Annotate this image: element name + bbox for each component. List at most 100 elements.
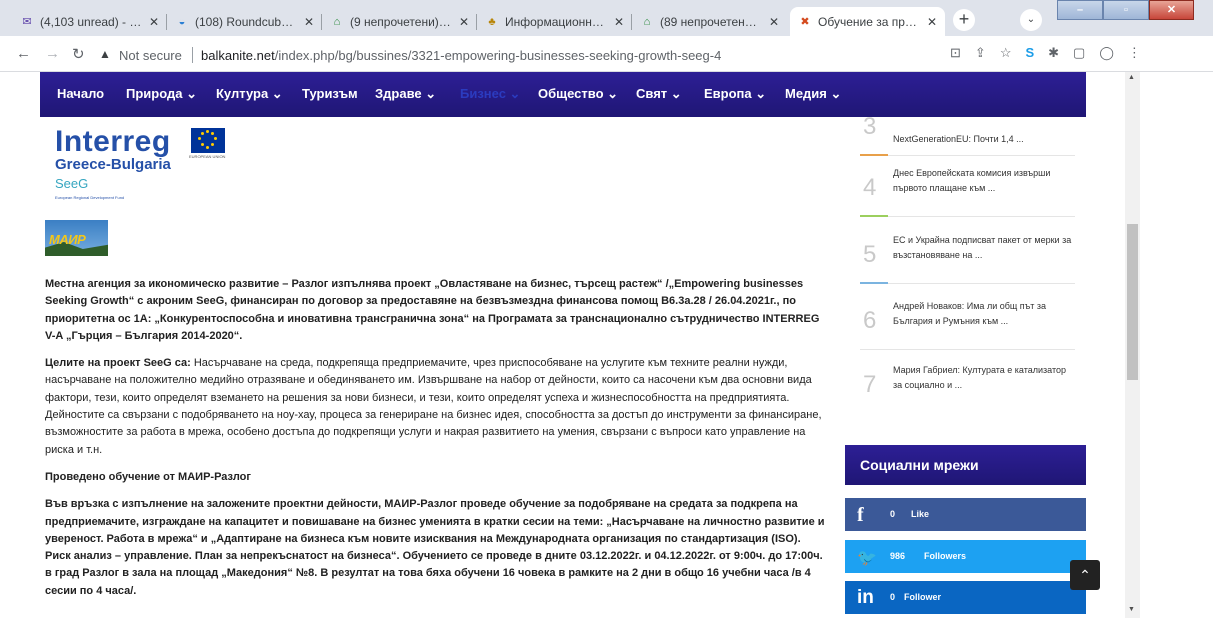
- article-subheading: Проведено обучение от МАИР-Разлог: [45, 470, 251, 483]
- browser-tab[interactable]: ♣ Информационна Сист ✕: [477, 7, 632, 36]
- translate-icon[interactable]: ⊡: [950, 45, 961, 61]
- window-controls: – ▫ ✕: [1057, 0, 1194, 22]
- extensions-icon[interactable]: ✱: [1048, 45, 1059, 61]
- popular-item[interactable]: 6 Андрей Новаков: Има ли общ път за Бълг…: [860, 294, 1075, 354]
- social-widget-header: Социални мрежи: [845, 445, 1086, 485]
- article-body: Местна агенция за икономическо развитие …: [45, 276, 827, 610]
- nav-item-culture[interactable]: Култура ⌄: [216, 86, 283, 102]
- close-tab-icon[interactable]: ✕: [459, 15, 469, 29]
- page-viewport: Начало Природа ⌄ Култура ⌄ Туризъм Здрав…: [0, 72, 1125, 618]
- twitter-label: Followers: [924, 551, 967, 561]
- tab-title: (108) Roundcube Webm: [195, 14, 298, 29]
- close-tab-icon[interactable]: ✕: [304, 15, 314, 29]
- tab-title: Обучение за предпри: [818, 14, 921, 29]
- nav-item-business[interactable]: Бизнес ⌄: [460, 86, 520, 102]
- toolbar-icons: ⊡ ⇪ ☆ S ✱ ▢ ◯ ⋮: [950, 45, 1141, 61]
- profile-avatar-icon[interactable]: ◯: [1099, 45, 1114, 61]
- scroll-down-arrow-icon[interactable]: ▼: [1128, 606, 1135, 613]
- popular-title[interactable]: Андрей Новаков: Има ли общ път за Българ…: [893, 299, 1075, 329]
- popular-title[interactable]: Мария Габриел: Културата е катализатор з…: [893, 363, 1075, 393]
- popular-rank: 3: [863, 113, 877, 140]
- close-window-icon[interactable]: ✕: [1149, 0, 1194, 20]
- browser-tab[interactable]: ◒ (108) Roundcube Webm ✕: [167, 7, 322, 36]
- close-tab-icon[interactable]: ✕: [149, 15, 159, 29]
- nav-item-world[interactable]: Свят ⌄: [636, 86, 682, 102]
- article-paragraph: Целите на проект SeeG са: Насърчаване на…: [45, 355, 827, 459]
- social-widget-title: Социални мрежи: [860, 457, 979, 473]
- nav-item-society[interactable]: Общество ⌄: [538, 86, 618, 102]
- close-tab-icon[interactable]: ✕: [927, 15, 937, 29]
- popular-item[interactable]: 7 Мария Габриел: Културата е катализатор…: [860, 358, 1075, 418]
- fund-caption: European Regional Development Fund: [55, 195, 125, 200]
- nav-item-media[interactable]: Медия ⌄: [785, 86, 841, 102]
- popular-title[interactable]: Днес Европейската комисия извърши първот…: [893, 166, 1075, 196]
- back-arrow-icon[interactable]: ←: [16, 45, 31, 62]
- popular-rank: 4: [863, 174, 877, 201]
- nav-item-nature[interactable]: Природа ⌄: [126, 86, 197, 102]
- share-icon[interactable]: ⇪: [975, 45, 986, 61]
- twitter-row[interactable]: 🐦 986 Followers: [845, 540, 1086, 573]
- browser-tab-strip: ✉ (4,103 unread) - zazo_b ✕ ◒ (108) Roun…: [0, 0, 1213, 36]
- linkedin-icon: in: [857, 587, 874, 608]
- address-toolbar: ← → ↻ ▲ Not secure balkanite.net/index.p…: [0, 36, 1213, 72]
- minimize-icon[interactable]: –: [1057, 0, 1103, 20]
- new-tab-button[interactable]: +: [953, 9, 975, 31]
- mair-wordmark: МАИР: [49, 232, 86, 247]
- close-tab-icon[interactable]: ✕: [614, 15, 624, 29]
- url-text[interactable]: balkanite.net/index.php/bg/bussines/3321…: [201, 48, 721, 63]
- linkedin-count: 0: [890, 592, 896, 602]
- twitter-count: 986: [890, 551, 906, 561]
- mair-logo: МАИР: [45, 220, 108, 256]
- eu-flag-icon: [191, 128, 225, 153]
- tab-search-icon[interactable]: ⌄: [1020, 9, 1042, 31]
- facebook-label: Like: [911, 509, 930, 519]
- browser-tab[interactable]: ⌂ (89 непрочетени) - АБ ✕: [632, 7, 787, 36]
- paragraph-lead: Целите на проект SeeG са:: [45, 357, 191, 370]
- popular-title[interactable]: ЕС и Украйна подписват пакет от мерки за…: [893, 233, 1075, 263]
- site-navigation: Начало Природа ⌄ Култура ⌄ Туризъм Здрав…: [40, 72, 1086, 117]
- nav-item-europe[interactable]: Европа ⌄: [704, 86, 766, 102]
- browser-tab-active[interactable]: ✖ Обучение за предпри ✕: [790, 7, 945, 36]
- interreg-wordmark: Interreg: [55, 125, 171, 158]
- scrollbar-thumb[interactable]: [1127, 224, 1138, 380]
- nav-item-tourism[interactable]: Туризъм: [302, 86, 358, 101]
- page-scrollbar[interactable]: ▲ ▼: [1125, 72, 1140, 618]
- facebook-row[interactable]: f 0 Like: [845, 498, 1086, 531]
- popular-item[interactable]: 5 ЕС и Украйна подписват пакет от мерки …: [860, 228, 1075, 288]
- scroll-up-arrow-icon[interactable]: ▲: [1128, 74, 1135, 81]
- warning-icon[interactable]: ▲: [99, 47, 111, 61]
- popular-item[interactable]: 4 Днес Европейската комисия извърши първ…: [860, 161, 1075, 221]
- browser-tab[interactable]: ⌂ (9 непрочетени) - АБВ ✕: [322, 7, 477, 36]
- abv-icon: ⌂: [333, 15, 341, 28]
- facebook-icon: f: [857, 504, 864, 526]
- article-paragraph: Във връзка с изпълнение на заложените пр…: [45, 498, 825, 597]
- menu-kebab-icon[interactable]: ⋮: [1128, 45, 1141, 61]
- browser-tab[interactable]: ✉ (4,103 unread) - zazo_b ✕: [12, 7, 167, 36]
- tab-title: (89 непрочетени) - АБ: [660, 14, 763, 29]
- twitter-icon: 🐦: [857, 548, 877, 567]
- abv-icon: ⌂: [643, 15, 651, 28]
- mail-icon: ✉: [22, 16, 32, 28]
- maximize-icon[interactable]: ▫: [1103, 0, 1149, 20]
- tab-title: Информационна Сист: [505, 14, 608, 29]
- bookmark-star-icon[interactable]: ☆: [1000, 45, 1012, 61]
- linkedin-row[interactable]: in 0 Follower: [845, 581, 1086, 614]
- site-icon: ✖: [800, 16, 810, 28]
- popular-item[interactable]: 3 NextGenerationEU: Почти 1,4 ...: [860, 113, 1075, 156]
- forward-arrow-icon[interactable]: →: [45, 45, 60, 62]
- tab-title: (4,103 unread) - zazo_b: [40, 14, 143, 29]
- linkedin-label: Follower: [904, 592, 942, 602]
- scroll-to-top-button[interactable]: ⌃: [1070, 560, 1100, 590]
- nav-item-health[interactable]: Здраве ⌄: [375, 86, 436, 102]
- security-label[interactable]: Not secure: [119, 48, 182, 63]
- article-paragraph: Местна агенция за икономическо развитие …: [45, 278, 820, 342]
- nav-item-home[interactable]: Начало: [57, 86, 104, 101]
- popular-rank: 6: [863, 307, 877, 334]
- side-panel-icon[interactable]: ▢: [1073, 45, 1085, 61]
- close-tab-icon[interactable]: ✕: [769, 15, 779, 29]
- popular-title[interactable]: NextGenerationEU: Почти 1,4 ...: [893, 132, 1075, 147]
- paragraph-body: Насърчаване на среда, подкрепяща предпри…: [45, 357, 822, 456]
- skype-extension-icon[interactable]: S: [1025, 45, 1034, 61]
- reload-icon[interactable]: ↻: [72, 45, 85, 63]
- info-system-icon: ♣: [488, 15, 496, 28]
